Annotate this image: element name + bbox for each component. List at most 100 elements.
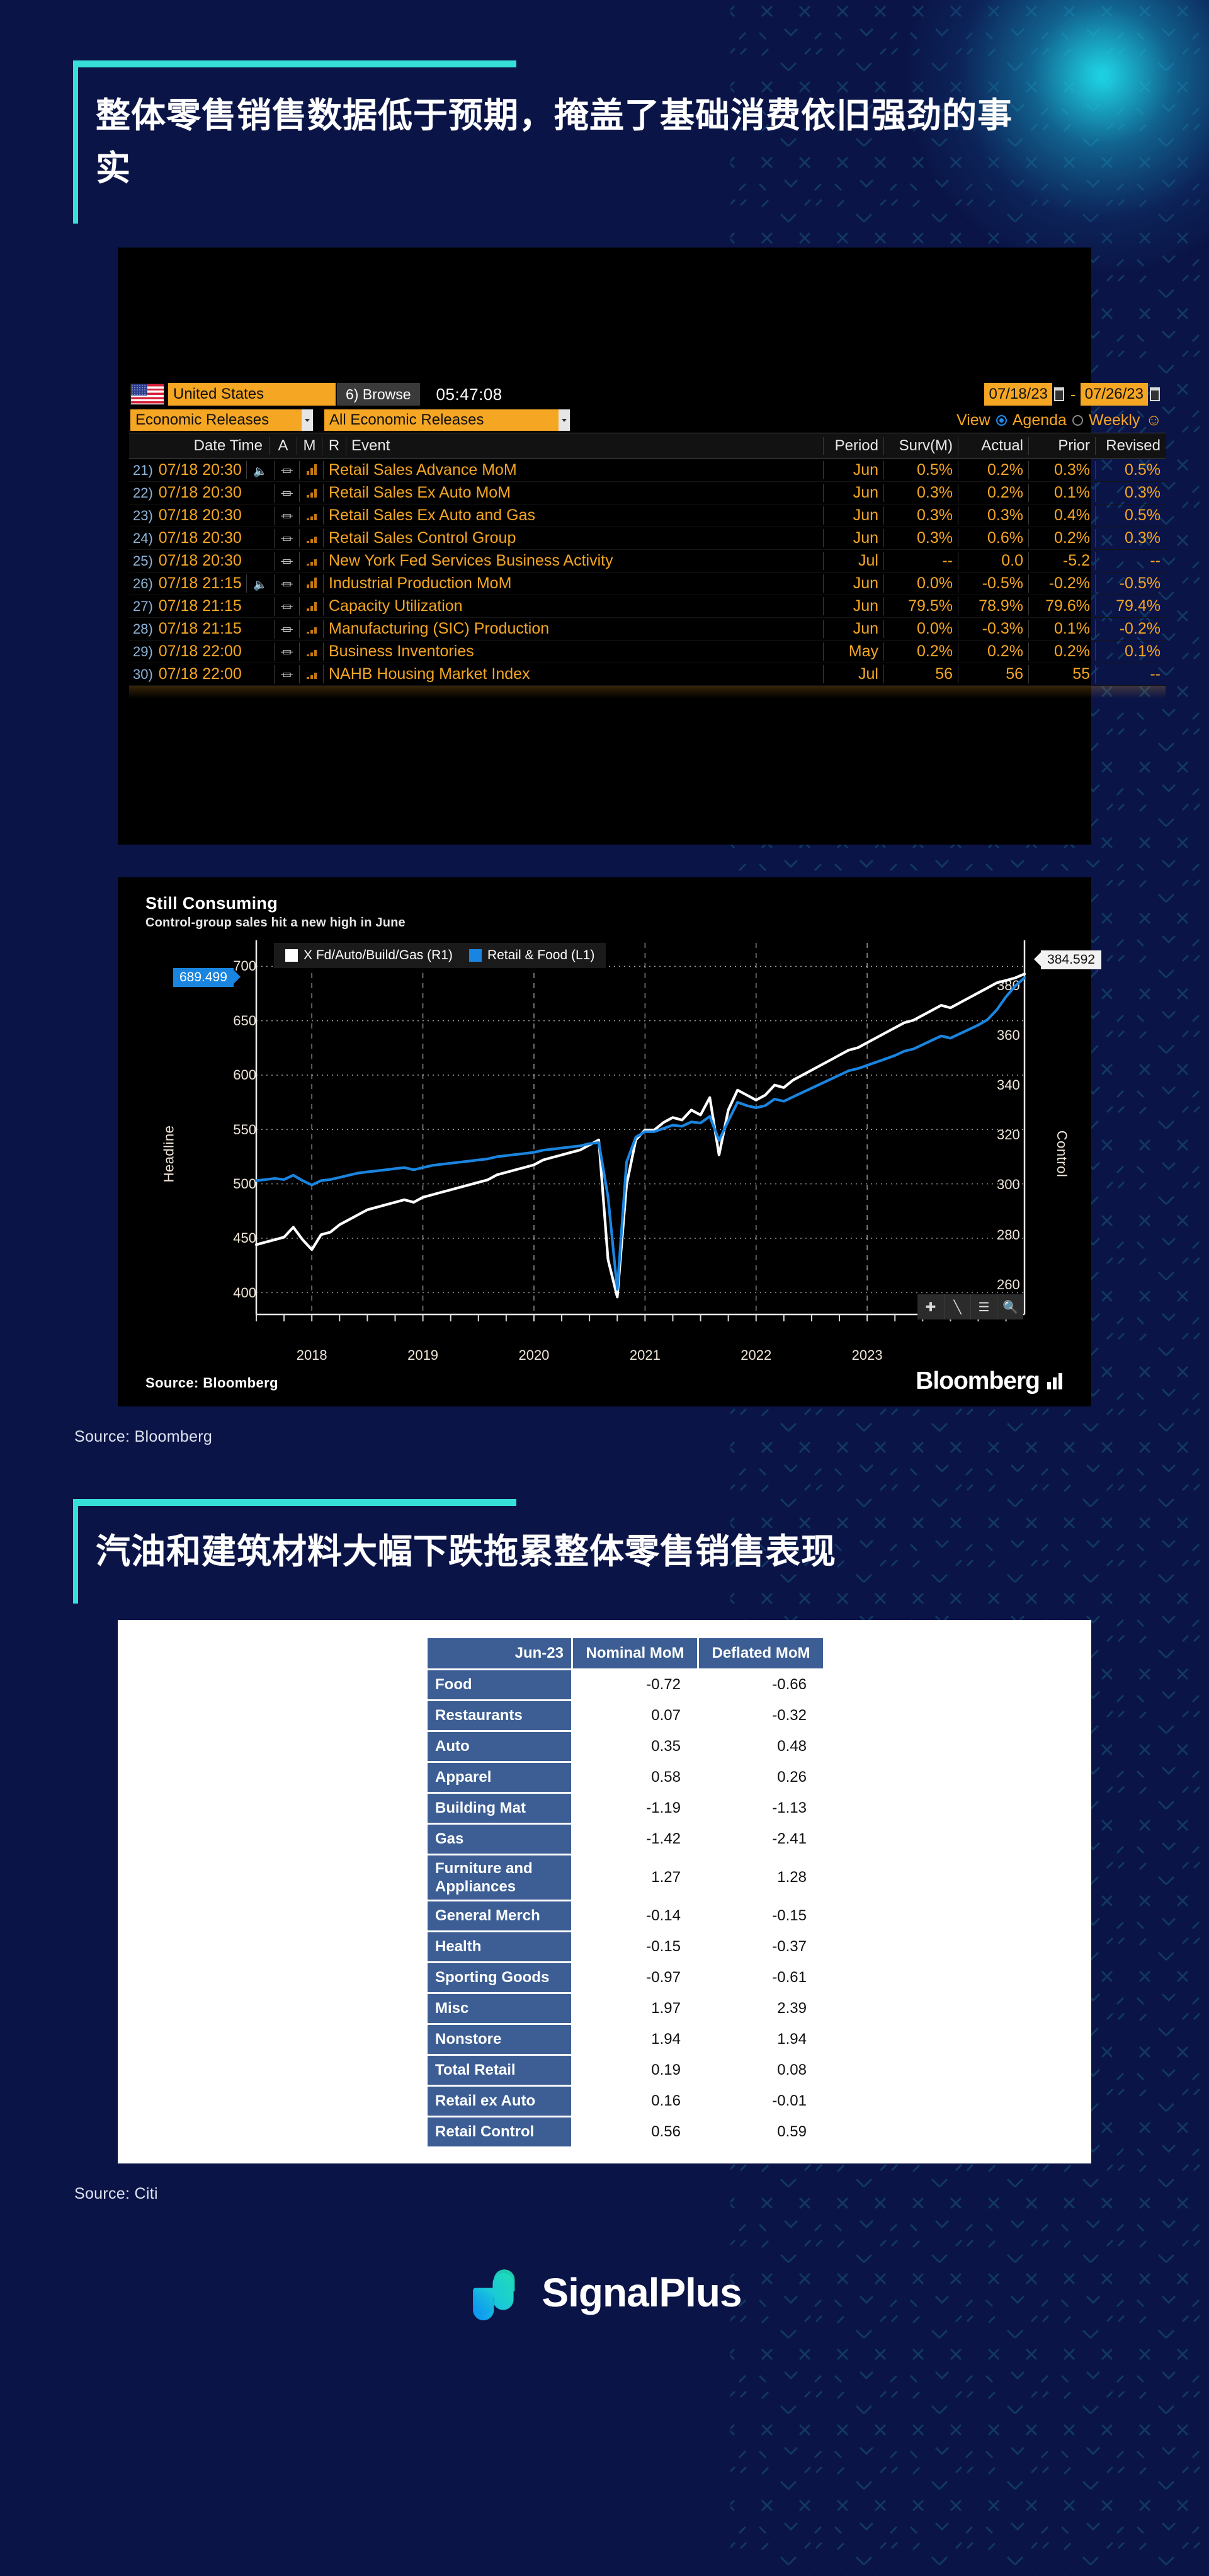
- bar-chart-icon: [306, 600, 317, 612]
- monitor-cell[interactable]: ⏛: [274, 664, 299, 684]
- date-to-field[interactable]: 07/26/23: [1080, 383, 1148, 406]
- row-survey: 56: [883, 665, 958, 684]
- bell-icon[interactable]: ⏛: [281, 624, 293, 637]
- alert-cell[interactable]: 🔈: [246, 574, 274, 593]
- browse-button[interactable]: 6) Browse: [337, 383, 420, 406]
- monitor-cell[interactable]: ⏛: [274, 619, 299, 639]
- bell-icon[interactable]: ⏛: [281, 669, 293, 683]
- table-row[interactable]: 26) 07/18 21:15 🔈 ⏛ Industrial Production M…: [129, 573, 1166, 596]
- monitor-cell[interactable]: ⏛: [274, 460, 299, 480]
- relevance-cell[interactable]: [299, 506, 323, 525]
- date-from-field[interactable]: 07/18/23: [984, 383, 1052, 406]
- relevance-cell[interactable]: [299, 461, 323, 480]
- table-row[interactable]: 27) 07/18 21:15 ⏛ Capacity Utilization Jun 7…: [129, 595, 1166, 618]
- row-event[interactable]: Capacity Utilization: [323, 597, 823, 616]
- agenda-radio[interactable]: [996, 414, 1007, 426]
- col-header-datetime[interactable]: Date Time: [129, 437, 269, 455]
- bell-icon[interactable]: ⏛: [281, 510, 293, 524]
- table-row[interactable]: 21) 07/18 20:30 🔈 ⏛ Retail Sales Advance Mo…: [129, 459, 1166, 482]
- row-event[interactable]: Manufacturing (SIC) Production: [323, 620, 823, 639]
- monitor-cell[interactable]: ⏛: [274, 506, 299, 525]
- annotate-icon[interactable]: ╲: [944, 1294, 970, 1320]
- row-nominal: -0.72: [571, 1670, 697, 1699]
- alert-cell[interactable]: 🔈: [246, 461, 274, 480]
- chart-toolbar[interactable]: ✚ ╲ ☰ 🔍: [917, 1294, 1023, 1320]
- row-event[interactable]: Retail Sales Ex Auto and Gas: [323, 506, 823, 525]
- monitor-cell[interactable]: ⏛: [274, 642, 299, 661]
- row-label: Food: [428, 1670, 571, 1699]
- release-filter-dropdown[interactable]: All Economic Releases: [324, 409, 570, 431]
- relevance-cell[interactable]: [299, 552, 323, 571]
- bell-icon[interactable]: ⏛: [281, 601, 293, 615]
- bar-chart-icon: [306, 464, 317, 476]
- col-header-period[interactable]: Period: [823, 437, 883, 455]
- table-row[interactable]: 23) 07/18 20:30 ⏛ Retail Sales Ex Auto and…: [129, 504, 1166, 528]
- table-row[interactable]: 29) 07/18 22:00 ⏛ Business Inventories May 0…: [129, 641, 1166, 664]
- col-header-m[interactable]: M: [297, 437, 322, 455]
- table-row[interactable]: 22) 07/18 20:30 ⏛ Retail Sales Ex Auto MoM…: [129, 482, 1166, 505]
- col-header-actual[interactable]: Actual: [958, 437, 1028, 455]
- weekly-label[interactable]: Weekly: [1089, 411, 1140, 430]
- list-icon[interactable]: ☰: [970, 1294, 997, 1320]
- row-label: Gas: [428, 1824, 571, 1854]
- row-event[interactable]: Business Inventories: [323, 642, 823, 661]
- agenda-label[interactable]: Agenda: [1013, 411, 1067, 430]
- monitor-cell[interactable]: ⏛: [274, 596, 299, 616]
- col-header-revised[interactable]: Revised: [1095, 437, 1166, 455]
- row-event[interactable]: Industrial Production MoM: [323, 574, 823, 593]
- speaker-icon[interactable]: 🔈: [253, 465, 267, 477]
- row-deflated: -0.66: [697, 1670, 823, 1699]
- monitor-cell[interactable]: ⏛: [274, 551, 299, 571]
- source-note-citi: Source: Citi: [74, 2185, 158, 2203]
- table-row[interactable]: 24) 07/18 20:30 ⏛ Retail Sales Control Gro…: [129, 527, 1166, 550]
- table-row[interactable]: 28) 07/18 21:15 ⏛ Manufacturing (SIC) Prod…: [129, 618, 1166, 641]
- col-header-a[interactable]: A: [269, 437, 297, 455]
- relevance-cell[interactable]: [299, 620, 323, 639]
- bell-icon[interactable]: ⏛: [281, 533, 293, 547]
- relevance-cell[interactable]: [299, 642, 323, 661]
- person-icon[interactable]: ☺: [1145, 411, 1162, 430]
- relevance-cell[interactable]: [299, 574, 323, 593]
- col-header-survey[interactable]: Surv(M): [883, 437, 958, 455]
- row-revised: 0.1%: [1095, 642, 1166, 661]
- legend-item-blue[interactable]: Retail & Food (L1): [468, 948, 594, 963]
- category-dropdown[interactable]: Economic Releases: [130, 409, 313, 431]
- col-header-event[interactable]: Event: [346, 437, 823, 455]
- relevance-cell[interactable]: [299, 484, 323, 503]
- bell-icon[interactable]: ⏛: [281, 578, 293, 592]
- bell-icon[interactable]: ⏛: [281, 646, 293, 660]
- col-header-period: Jun-23: [428, 1638, 571, 1668]
- speaker-icon[interactable]: 🔈: [253, 578, 267, 591]
- row-event[interactable]: NAHB Housing Market Index: [323, 665, 823, 684]
- table-row: Nonstore 1.94 1.94: [428, 2025, 823, 2055]
- relevance-cell[interactable]: [299, 529, 323, 548]
- row-event[interactable]: Retail Sales Ex Auto MoM: [323, 484, 823, 503]
- weekly-radio[interactable]: [1072, 414, 1083, 426]
- legend-swatch-white: [285, 949, 298, 962]
- zoom-icon[interactable]: 🔍: [997, 1294, 1023, 1320]
- monitor-cell[interactable]: ⏛: [274, 574, 299, 593]
- bell-icon[interactable]: ⏛: [281, 556, 293, 569]
- row-event[interactable]: New York Fed Services Business Activity: [323, 552, 823, 571]
- bell-icon[interactable]: ⏛: [281, 465, 293, 479]
- citi-table-body: Food -0.72 -0.66 Restaurants 0.07 -0.32 Auto 0.…: [428, 1670, 823, 2147]
- row-event[interactable]: Retail Sales Advance MoM: [323, 461, 823, 480]
- legend-item-white[interactable]: X Fd/Auto/Build/Gas (R1): [285, 948, 453, 963]
- bell-icon[interactable]: ⏛: [281, 487, 293, 501]
- col-header-r[interactable]: R: [322, 437, 346, 455]
- relevance-cell[interactable]: [299, 597, 323, 616]
- calendar-icon[interactable]: [1150, 387, 1160, 402]
- col-header-prior[interactable]: Prior: [1028, 437, 1095, 455]
- row-survey: 0.0%: [883, 620, 958, 639]
- chevron-down-icon[interactable]: [302, 409, 313, 431]
- relevance-cell[interactable]: [299, 665, 323, 684]
- row-event[interactable]: Retail Sales Control Group: [323, 529, 823, 548]
- table-row[interactable]: 30) 07/18 22:00 ⏛ NAHB Housing Market Inde…: [129, 663, 1166, 687]
- crosshair-icon[interactable]: ✚: [917, 1294, 944, 1319]
- country-field[interactable]: United States: [168, 383, 336, 406]
- table-row[interactable]: 25) 07/18 20:30 ⏛ New York Fed Services Bu…: [129, 550, 1166, 573]
- monitor-cell[interactable]: ⏛: [274, 483, 299, 503]
- monitor-cell[interactable]: ⏛: [274, 528, 299, 548]
- chevron-down-icon[interactable]: [559, 409, 570, 431]
- calendar-icon[interactable]: [1053, 387, 1064, 402]
